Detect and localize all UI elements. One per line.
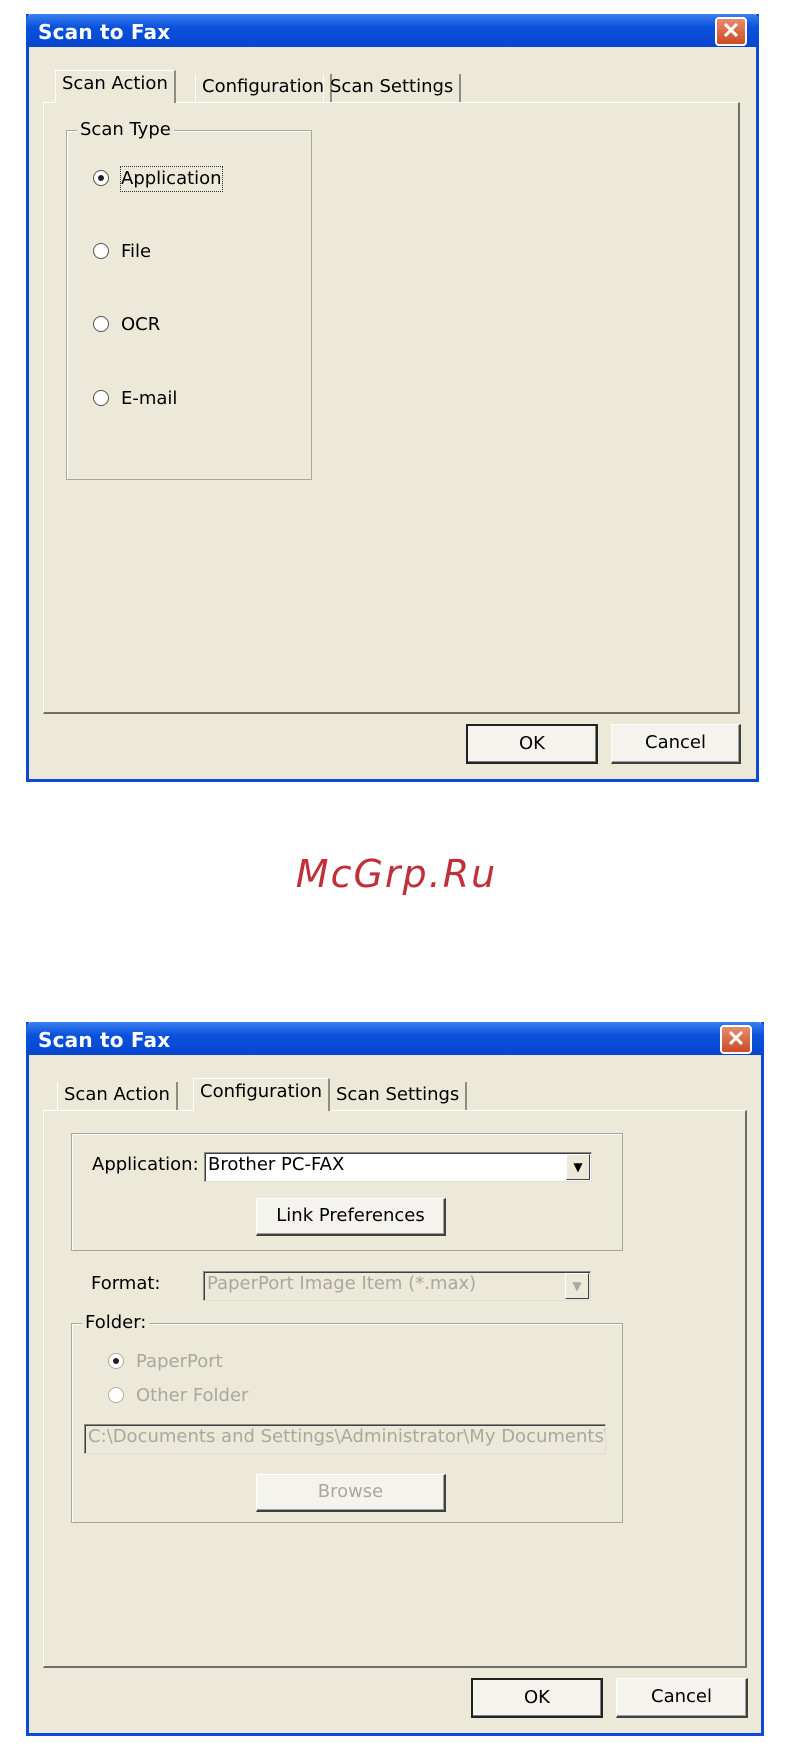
radio-button[interactable]: [108, 1387, 124, 1403]
chevron-down-icon[interactable]: ▼: [565, 1273, 589, 1299]
format-value: PaperPort Image Item (*.max): [207, 1273, 477, 1294]
radio-label: Application: [120, 166, 223, 192]
radio-button[interactable]: [108, 1353, 124, 1369]
radio-label: E-mail: [121, 388, 178, 409]
tab-scan-action[interactable]: Scan Action: [55, 70, 176, 103]
title-bar[interactable]: Scan to Fax ✕: [26, 1022, 764, 1055]
scan-to-fax-dialog-scan-action: Scan to Fax ✕ Scan Action Configuration …: [26, 14, 759, 782]
tab-scan-action[interactable]: Scan Action: [57, 1082, 178, 1110]
watermark-text: McGrp.Ru: [295, 852, 498, 896]
application-group: Application: Brother PC-FAX ▼ Link Prefe…: [71, 1133, 623, 1251]
window-title: Scan to Fax: [38, 1028, 171, 1052]
folder-group: Folder: PaperPort Other Folder C:\Docume…: [71, 1312, 623, 1523]
window-title: Scan to Fax: [38, 20, 171, 44]
cancel-button[interactable]: Cancel: [611, 724, 741, 764]
application-value: Brother PC-FAX: [208, 1154, 345, 1175]
cancel-button[interactable]: Cancel: [616, 1678, 748, 1718]
radio-button[interactable]: [93, 170, 109, 186]
scan-type-label: Scan Type: [77, 119, 174, 140]
close-icon[interactable]: ✕: [715, 17, 747, 46]
tab-configuration[interactable]: Configuration: [195, 74, 333, 102]
tab-scan-settings[interactable]: Scan Settings: [323, 74, 462, 102]
scan-type-group: Scan Type Application File OCR E-mail: [66, 119, 312, 480]
chevron-down-icon[interactable]: ▼: [566, 1154, 590, 1180]
radio-button[interactable]: [93, 390, 109, 406]
folder-path-field[interactable]: C:\Documents and Settings\Administrator\…: [84, 1424, 606, 1454]
tab-panel: Scan Type Application File OCR E-mail: [43, 102, 740, 714]
radio-button[interactable]: [93, 316, 109, 332]
radio-label: OCR: [121, 314, 161, 335]
folder-label: Folder:: [82, 1312, 150, 1333]
radio-label: PaperPort: [136, 1351, 223, 1372]
tab-configuration[interactable]: Configuration: [193, 1078, 331, 1111]
close-icon[interactable]: ✕: [720, 1025, 752, 1054]
browse-button[interactable]: Browse: [256, 1474, 446, 1512]
ok-button[interactable]: OK: [471, 1678, 603, 1718]
radio-label: Other Folder: [136, 1385, 249, 1406]
tab-scan-settings[interactable]: Scan Settings: [329, 1082, 468, 1110]
tab-panel: Application: Brother PC-FAX ▼ Link Prefe…: [43, 1110, 747, 1668]
format-label: Format:: [91, 1273, 161, 1294]
link-preferences-button[interactable]: Link Preferences: [256, 1198, 446, 1236]
scan-to-fax-dialog-configuration: Scan to Fax ✕ Scan Action Configuration …: [26, 1022, 764, 1736]
application-label: Application:: [92, 1154, 199, 1175]
radio-label: File: [121, 241, 152, 262]
ok-button[interactable]: OK: [466, 724, 598, 764]
title-bar[interactable]: Scan to Fax ✕: [26, 14, 759, 47]
radio-button[interactable]: [93, 243, 109, 259]
format-select[interactable]: PaperPort Image Item (*.max) ▼: [203, 1271, 591, 1301]
application-select[interactable]: Brother PC-FAX ▼: [204, 1152, 592, 1182]
